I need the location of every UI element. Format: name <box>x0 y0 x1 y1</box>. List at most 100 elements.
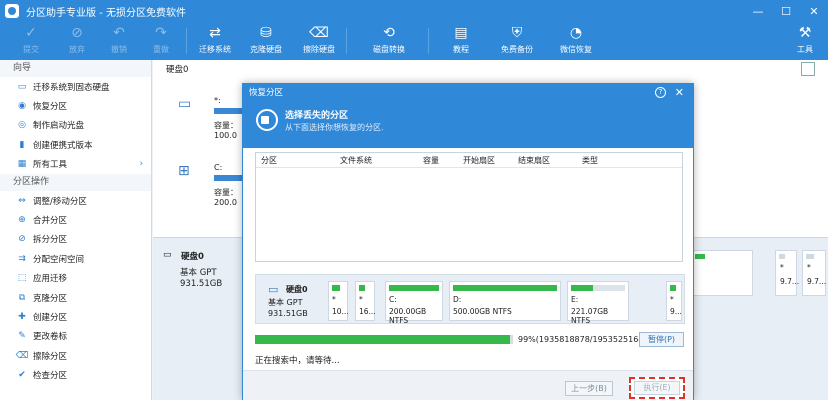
previous-button[interactable]: 上一步(B) <box>565 381 613 396</box>
maximize-button[interactable]: ☐ <box>772 0 800 22</box>
sidebar-item-clone[interactable]: ⧉ 克隆分区 <box>0 288 151 307</box>
sidebar-item-wipe[interactable]: ⌫ 擦除分区 <box>0 346 151 365</box>
toolbar-divider <box>186 28 187 54</box>
partition-block-c[interactable]: C: 200.00GB NTFS <box>385 281 443 325</box>
disk-map-size: 931.51GB <box>180 279 223 289</box>
close-button[interactable]: ✕ <box>800 0 828 22</box>
usage-bar <box>695 254 705 259</box>
convert-disk-button[interactable]: ⟲ 磁盘转换 <box>366 22 412 60</box>
usage-bar <box>670 285 676 291</box>
search-status: 正在搜索中，请等待... <box>255 356 340 366</box>
sidebar-item-resize[interactable]: ⇔ 调整/移动分区 <box>0 191 151 210</box>
check-icon: ✓ <box>25 25 37 41</box>
minimize-button[interactable]: — <box>744 0 772 22</box>
drive-icon: ▭ <box>178 96 192 112</box>
dialog-footer <box>243 370 693 400</box>
execute-button[interactable]: 执行(E) <box>634 381 680 395</box>
execute-button-highlight: 执行(E) <box>629 377 685 399</box>
sidebar: 向导 ▭ 迁移系统到固态硬盘 ◉ 恢复分区 ◎ 制作启动光盘 ▮ 创建便携式版本 ▦ 所有… <box>0 60 152 400</box>
undo-button[interactable]: ↶ 撤销 <box>96 22 142 60</box>
free-backup-button[interactable]: ⛨ 免费备份 <box>494 22 540 60</box>
undo-icon: ↶ <box>113 25 125 41</box>
partition-block-d[interactable]: D: 500.00GB NTFS <box>449 281 561 321</box>
migrate-system-button[interactable]: ⇄ 迁移系统 <box>192 22 238 60</box>
tutorial-button[interactable]: ▤ 教程 <box>438 22 484 60</box>
redo-icon: ↷ <box>155 25 167 41</box>
migrate-icon: ▭ <box>17 81 27 92</box>
usage-bar-free <box>593 285 625 291</box>
column-header-start-sector[interactable]: 开始扇区 <box>463 155 495 166</box>
sidebar-item-split[interactable]: ⊘ 拆分分区 <box>0 230 151 249</box>
tutorial-icon: ▤ <box>454 25 468 41</box>
partition-block[interactable]: * 9... <box>666 281 682 321</box>
tools-button[interactable]: ⚒ 工具 <box>782 22 828 60</box>
column-header-filesystem[interactable]: 文件系统 <box>340 155 372 166</box>
partition-list-header: 分区 文件系统 容量 开始扇区 结束扇区 类型 <box>256 153 682 168</box>
sidebar-item-create[interactable]: ✚ 创建分区 <box>0 307 151 326</box>
sidebar-item-merge[interactable]: ⊕ 合并分区 <box>0 210 151 229</box>
wechat-restore-button[interactable]: ◔ 微信恢复 <box>553 22 599 60</box>
recover-icon <box>256 109 278 131</box>
sidebar-item-recover-partition[interactable]: ◉ 恢复分区 <box>0 96 151 115</box>
partition-block-e[interactable]: E: 221.07GB NTFS <box>567 281 629 325</box>
disk-map-type: 基本 GPT <box>180 268 217 278</box>
sidebar-item-check[interactable]: ✔ 检查分区 <box>0 365 151 384</box>
column-header-end-sector[interactable]: 结束扇区 <box>518 155 550 166</box>
merge-icon: ⊕ <box>18 215 26 226</box>
partition-block[interactable]: * 9.7... <box>802 250 826 296</box>
submit-button[interactable]: ✓ 提交 <box>8 22 54 60</box>
partition-block[interactable]: * 9.7... <box>775 250 799 296</box>
disc-icon: ◎ <box>18 120 26 131</box>
disk-label: 硬盘0 <box>166 65 189 75</box>
column-header-capacity[interactable]: 容量 <box>423 155 439 166</box>
partition-block[interactable] <box>691 250 753 296</box>
progress-fill <box>255 335 511 344</box>
title-bar: 分区助手专业版 - 无损分区免费软件 — ☐ ✕ <box>0 0 828 22</box>
partition-list[interactable]: 分区 文件系统 容量 开始扇区 结束扇区 类型 <box>255 152 683 262</box>
wipe-icon: ⌫ <box>15 350 29 361</box>
window-title: 分区助手专业版 - 无损分区免费软件 <box>26 7 186 19</box>
sidebar-item-allocate[interactable]: ⇉ 分配空闲空间 <box>0 249 151 268</box>
wipe-disk-button[interactable]: ⌫ 擦除硬盘 <box>296 22 342 60</box>
toolbar-divider <box>428 28 429 54</box>
column-header-type[interactable]: 类型 <box>582 155 598 166</box>
search-progress-bar <box>255 335 513 344</box>
dialog-title: 恢复分区 <box>249 88 284 98</box>
column-header-partition[interactable]: 分区 <box>261 155 277 166</box>
progress-text: 99%(1935818878/1953525168) <box>518 335 647 344</box>
allocate-icon: ⇉ <box>18 253 26 264</box>
view-toggle-icon[interactable] <box>801 62 815 76</box>
close-icon[interactable]: ✕ <box>675 84 684 102</box>
usage-bar <box>806 254 814 259</box>
tools-icon: ▦ <box>17 159 27 170</box>
pause-button[interactable]: 暂停(P) <box>639 332 684 347</box>
disk-map-icon: ▭ <box>163 250 172 260</box>
toolbar-divider <box>346 28 347 54</box>
sidebar-item-app-migrate[interactable]: ⬚ 应用迁移 <box>0 269 151 288</box>
disk-card[interactable]: ⊞ C: 容量：200.0 <box>168 157 264 207</box>
backup-icon: ⛨ <box>511 25 523 41</box>
clone-disk-button[interactable]: ⛁ 克隆硬盘 <box>243 22 289 60</box>
discard-button[interactable]: ⊘ 放弃 <box>54 22 100 60</box>
partition-block[interactable]: * 16... <box>355 281 376 321</box>
sidebar-item-migrate-ssd[interactable]: ▭ 迁移系统到固态硬盘 <box>0 77 151 96</box>
redo-button[interactable]: ↷ 重做 <box>138 22 184 60</box>
disk-map-strip: * 9.7... * 9.7... <box>683 250 828 296</box>
disk-card[interactable]: ▭ *: 容量：100.0 <box>168 90 264 140</box>
dialog-subheading: 从下面选择你想恢复的分区. <box>285 123 384 132</box>
sidebar-section-wizard: 向导 <box>0 60 151 77</box>
help-icon[interactable]: ? <box>655 87 666 98</box>
wipe-disk-icon: ⌫ <box>309 25 329 41</box>
sidebar-item-portable[interactable]: ▮ 创建便携式版本 <box>0 135 151 154</box>
dialog-heading: 选择丢失的分区 <box>285 111 349 121</box>
partition-block[interactable]: * 10... <box>328 281 349 321</box>
app-logo-icon <box>5 4 19 18</box>
sidebar-item-change-label[interactable]: ✎ 更改卷标 <box>0 327 151 346</box>
convert-disk-icon: ⟲ <box>383 25 395 41</box>
sidebar-item-boot-disc[interactable]: ◎ 制作启动光盘 <box>0 116 151 135</box>
clone-disk-icon: ⛁ <box>260 25 272 41</box>
usage-bar <box>359 285 365 291</box>
usage-bar <box>571 285 593 291</box>
sidebar-item-all-tools[interactable]: ▦ 所有工具 › <box>0 155 151 174</box>
recover-partition-dialog: 恢复分区 ? ✕ 选择丢失的分区 从下面选择你想恢复的分区. 分区 文件系统 容… <box>242 83 694 400</box>
